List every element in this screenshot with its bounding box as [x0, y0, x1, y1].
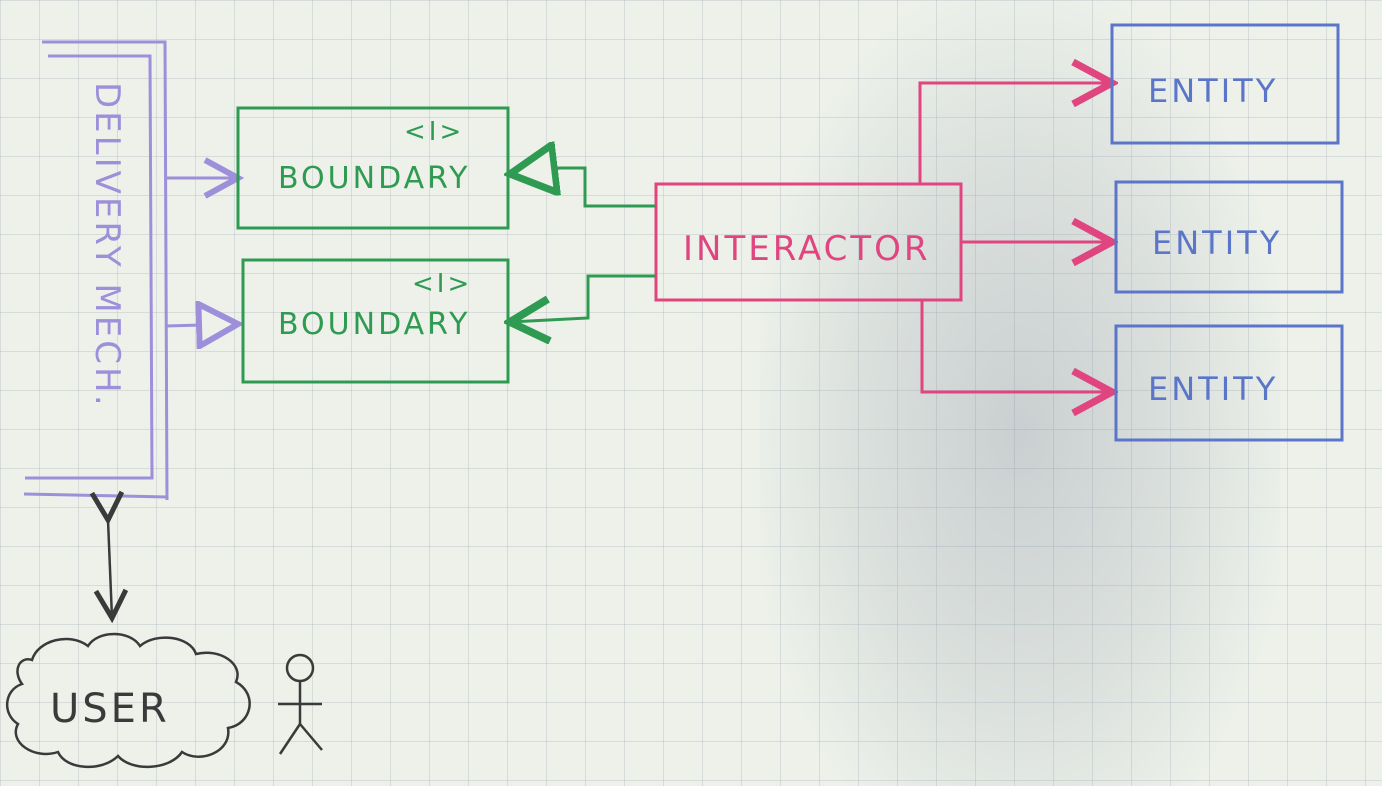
interactor-implements-boundary-top-arrow [510, 168, 656, 208]
delivery-mechanism-box: DELIVERY MECH. [23, 40, 169, 501]
interactor-label: INTERACTOR [683, 229, 931, 269]
boundary-bottom-label: BOUNDARY [278, 307, 470, 342]
stick-figure-icon [278, 653, 323, 755]
entity-box-2: ENTITY [1114, 180, 1344, 294]
boundary-top-box: <I> BOUNDARY [236, 106, 510, 230]
user-cloud: USER [6, 632, 251, 769]
interactor-to-entity-1-arrow [918, 83, 1112, 184]
delivery-mechanism-label: DELIVERY MECH. [87, 82, 127, 409]
boundary-top-stereotype: <I> [404, 117, 464, 147]
boundary-bottom-stereotype: <I> [412, 269, 472, 299]
entity-label-2: ENTITY [1152, 224, 1282, 262]
boundary-top-label: BOUNDARY [278, 161, 470, 196]
architecture-diagram: DELIVERY MECH. <I> BOUNDARY <I> BOUNDARY… [6, 23, 1344, 769]
interactor-box: INTERACTOR [654, 182, 963, 302]
interactor-uses-boundary-bottom-arrow [510, 274, 656, 322]
user-delivery-double-arrow [108, 520, 112, 618]
entity-box-3: ENTITY [1114, 324, 1344, 442]
entity-label-1: ENTITY [1148, 72, 1278, 110]
entity-label-3: ENTITY [1148, 370, 1278, 408]
user-label: USER [50, 686, 170, 732]
boundary-bottom-box: <I> BOUNDARY [241, 258, 510, 384]
delivery-implements-boundary-bottom-arrow [165, 324, 238, 326]
interactor-to-entity-3-arrow [920, 300, 1112, 392]
entity-box-1: ENTITY [1110, 23, 1340, 145]
